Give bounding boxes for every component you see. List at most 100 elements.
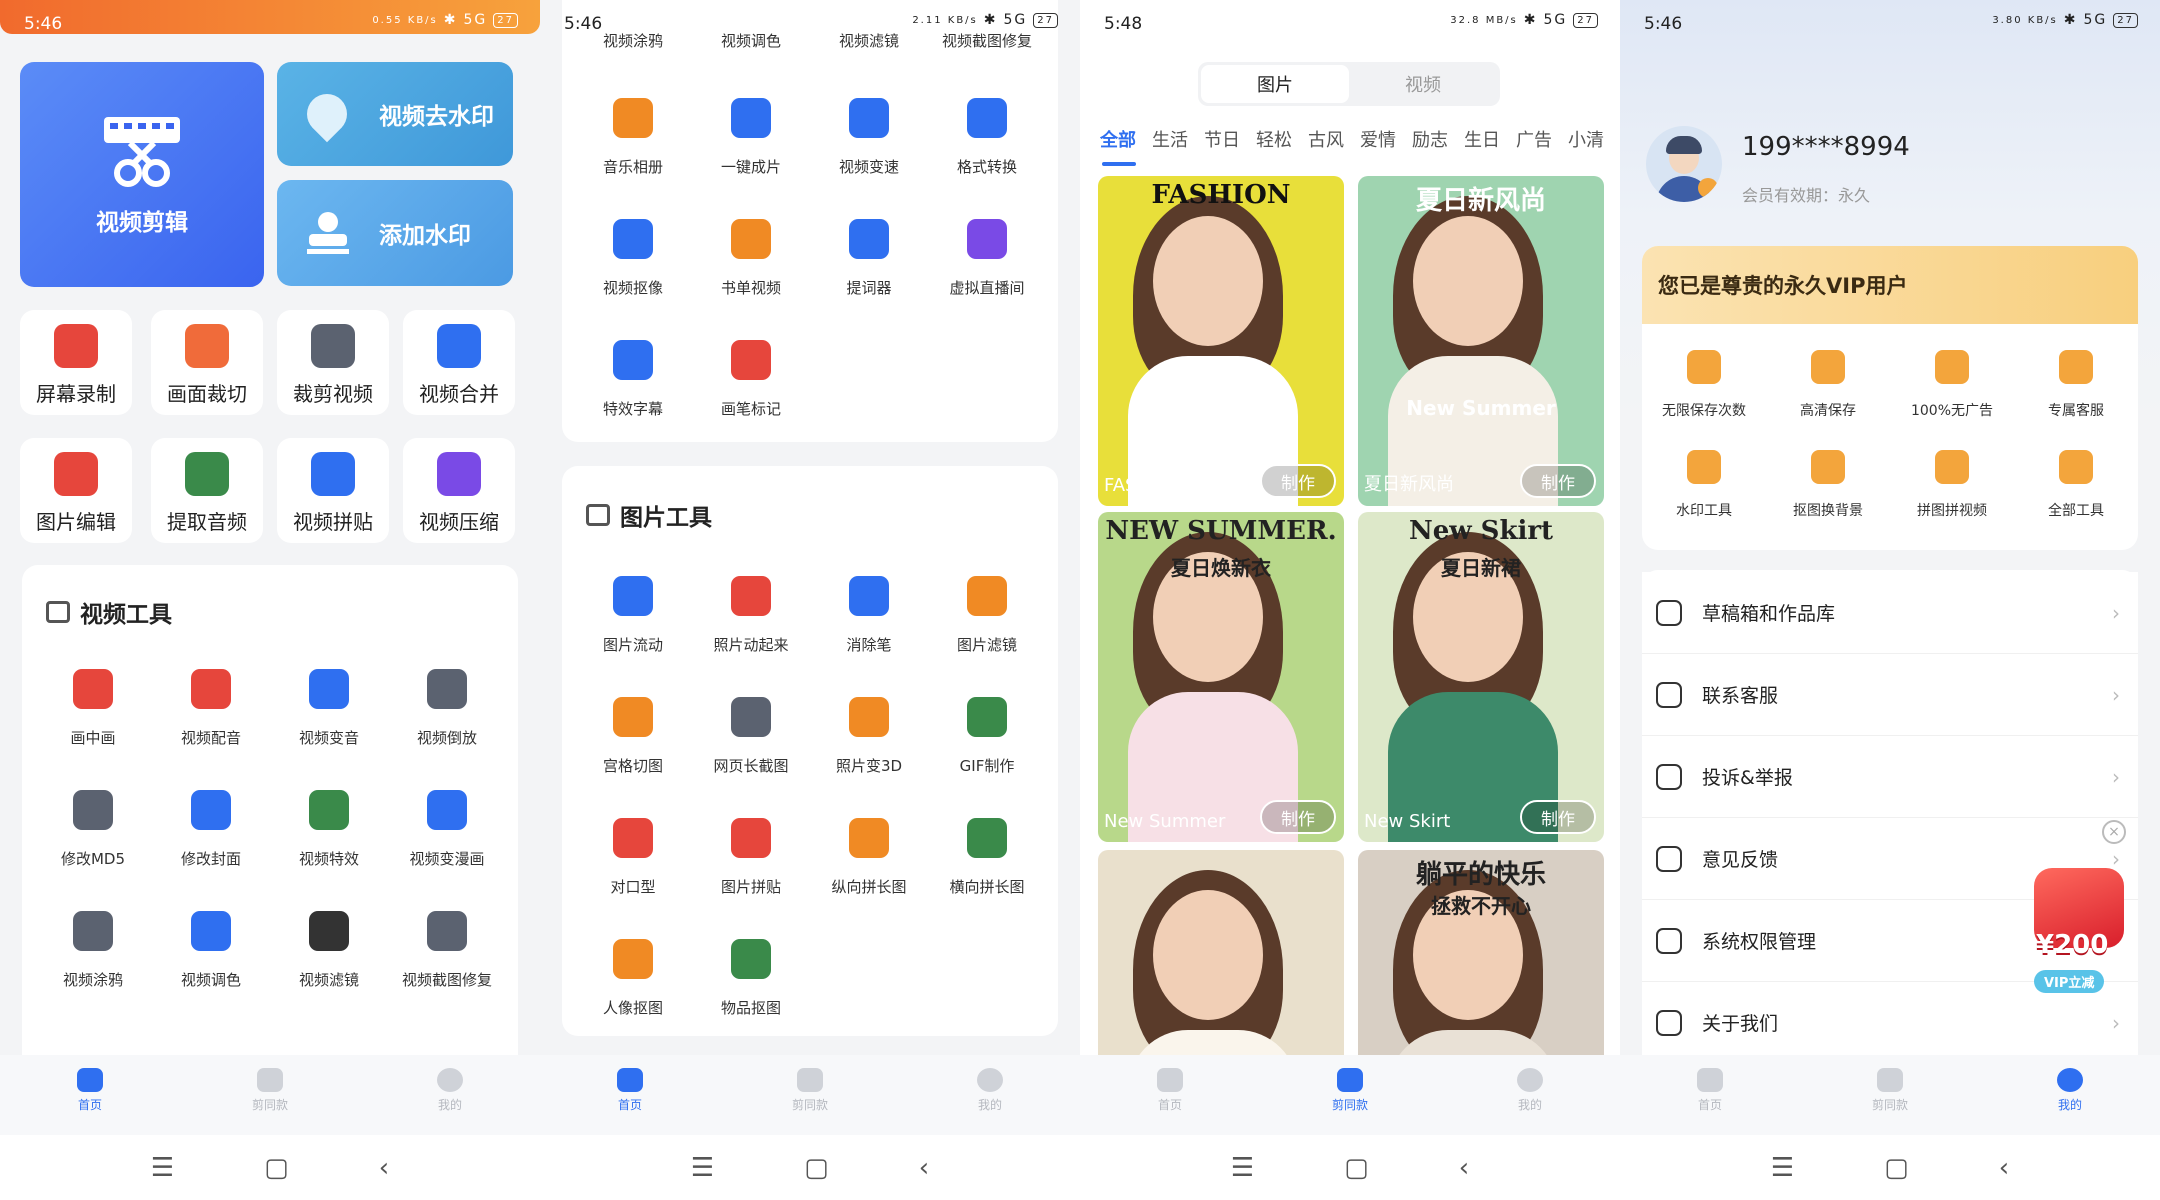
tool-item[interactable]: 画中画 [34, 657, 152, 778]
vip-benefit[interactable]: 全部工具 [2014, 450, 2138, 550]
quick-tool[interactable]: 视频拼贴 [277, 438, 389, 543]
template-card[interactable]: NEW SUMMER. 夏日焕新衣 New Summer 制作 [1098, 512, 1344, 842]
tool-item[interactable]: 格式转换 [928, 86, 1046, 207]
menu-item[interactable]: 联系客服 › [1642, 654, 2138, 736]
tool-item[interactable]: 横向拼长图 [928, 806, 1046, 927]
vip-benefit[interactable]: 水印工具 [1642, 450, 1766, 550]
category-tab[interactable]: 全部 [1100, 126, 1136, 166]
vip-benefit[interactable]: 拼图拼视频 [1890, 450, 2014, 550]
category-tab[interactable]: 爱情 [1360, 126, 1396, 166]
tool-item[interactable]: 虚拟直播间 [928, 207, 1046, 328]
tool-item[interactable]: 照片变3D [810, 685, 928, 806]
home-nav-icon[interactable]: ▢ [1344, 1153, 1369, 1183]
tab-mine[interactable]: 我的 [1980, 1055, 2160, 1135]
tool-item[interactable]: 照片动起来 [692, 564, 810, 685]
tool-item[interactable]: 画笔标记 [692, 328, 810, 449]
watermark-remove-button[interactable]: 视频去水印 [277, 62, 513, 166]
quick-tool[interactable]: 图片编辑 [20, 438, 132, 543]
promo-close-icon[interactable]: × [2102, 820, 2126, 844]
menu-nav-icon[interactable]: ☰ [1231, 1153, 1254, 1183]
tool-item[interactable]: 纵向拼长图 [810, 806, 928, 927]
vip-benefit[interactable]: 100%无广告 [1890, 350, 2014, 450]
home-nav-icon[interactable]: ▢ [1884, 1153, 1909, 1183]
menu-item[interactable]: 草稿箱和作品库 › [1642, 572, 2138, 654]
vip-benefit[interactable]: 高清保存 [1766, 350, 1890, 450]
menu-nav-icon[interactable]: ☰ [1771, 1153, 1794, 1183]
make-button[interactable]: 制作 [1260, 464, 1336, 498]
vip-promo-badge[interactable]: ¥200 VIP立减 [2022, 868, 2144, 998]
tool-item[interactable]: 物品抠图 [692, 927, 810, 1048]
tab-home[interactable]: 首页 [1080, 1055, 1260, 1135]
category-tab[interactable]: 励志 [1412, 126, 1448, 166]
category-tab[interactable]: 节日 [1204, 126, 1240, 166]
home-nav-icon[interactable]: ▢ [804, 1153, 829, 1183]
template-card[interactable]: FASHION FASHION 制作 [1098, 176, 1344, 506]
tool-item[interactable]: GIF制作 [928, 685, 1046, 806]
quick-tool[interactable]: 视频合并 [403, 310, 515, 415]
template-card[interactable]: 夏日新风尚 New Summer 夏日新风尚 制作 [1358, 176, 1604, 506]
tab-template[interactable]: 剪同款 [1800, 1055, 1980, 1135]
tab-template[interactable]: 剪同款 [180, 1055, 360, 1135]
tool-item[interactable]: 修改封面 [152, 778, 270, 899]
avatar[interactable] [1646, 126, 1722, 202]
tool-item[interactable]: 音乐相册 [574, 86, 692, 207]
tab-home[interactable]: 首页 [540, 1055, 720, 1135]
tool-item[interactable]: 网页长截图 [692, 685, 810, 806]
tool-item[interactable]: 视频抠像 [574, 207, 692, 328]
make-button[interactable]: 制作 [1520, 800, 1596, 834]
tool-item[interactable]: 提词器 [810, 207, 928, 328]
tool-item[interactable]: 人像抠图 [574, 927, 692, 1048]
tool-item[interactable]: 视频倒放 [388, 657, 506, 778]
tool-item[interactable]: 图片拼贴 [692, 806, 810, 927]
tool-item[interactable]: 对口型 [574, 806, 692, 927]
category-tab[interactable]: 广告 [1516, 126, 1552, 166]
tab-template[interactable]: 剪同款 [1260, 1055, 1440, 1135]
tool-item[interactable]: 修改MD5 [34, 778, 152, 899]
back-nav-icon[interactable]: ‹ [919, 1153, 929, 1183]
back-nav-icon[interactable]: ‹ [379, 1153, 389, 1183]
tool-item[interactable]: 视频调色 [152, 899, 270, 1020]
back-nav-icon[interactable]: ‹ [1999, 1153, 2009, 1183]
segment-video[interactable]: 视频 [1349, 65, 1497, 103]
menu-nav-icon[interactable]: ☰ [151, 1153, 174, 1183]
back-nav-icon[interactable]: ‹ [1459, 1153, 1469, 1183]
tool-item[interactable]: 书单视频 [692, 207, 810, 328]
category-tab[interactable]: 古风 [1308, 126, 1344, 166]
category-tab[interactable]: 小清 [1568, 126, 1604, 166]
tool-item[interactable]: 宫格切图 [574, 685, 692, 806]
menu-item[interactable]: 投诉&举报 › [1642, 736, 2138, 818]
tool-item[interactable]: 视频变速 [810, 86, 928, 207]
vip-benefit[interactable]: 抠图换背景 [1766, 450, 1890, 550]
segment-image[interactable]: 图片 [1201, 65, 1349, 103]
quick-tool[interactable]: 视频压缩 [403, 438, 515, 543]
quick-tool[interactable]: 画面裁切 [151, 310, 263, 415]
tool-item[interactable]: 视频变漫画 [388, 778, 506, 899]
tool-item[interactable]: 视频配音 [152, 657, 270, 778]
category-tab[interactable]: 轻松 [1256, 126, 1292, 166]
watermark-add-button[interactable]: 添加水印 [277, 180, 513, 286]
home-nav-icon[interactable]: ▢ [264, 1153, 289, 1183]
tool-item[interactable]: 特效字幕 [574, 328, 692, 449]
make-button[interactable]: 制作 [1260, 800, 1336, 834]
tool-item[interactable]: 视频截图修复 [388, 899, 506, 1020]
menu-nav-icon[interactable]: ☰ [691, 1153, 714, 1183]
quick-tool[interactable]: 提取音频 [151, 438, 263, 543]
tool-item[interactable]: 消除笔 [810, 564, 928, 685]
tool-item[interactable]: 视频涂鸦 [34, 899, 152, 1020]
vip-benefit[interactable]: 专属客服 [2014, 350, 2138, 450]
tab-template[interactable]: 剪同款 [720, 1055, 900, 1135]
tool-item[interactable]: 视频滤镜 [270, 899, 388, 1020]
tool-item[interactable]: 图片流动 [574, 564, 692, 685]
quick-tool[interactable]: 屏幕录制 [20, 310, 132, 415]
template-card[interactable]: New Skirt 夏日新裙 New Skirt 制作 [1358, 512, 1604, 842]
tab-mine[interactable]: 我的 [900, 1055, 1080, 1135]
tool-item[interactable]: 图片滤镜 [928, 564, 1046, 685]
tab-home[interactable]: 首页 [0, 1055, 180, 1135]
category-tab[interactable]: 生日 [1464, 126, 1500, 166]
tab-mine[interactable]: 我的 [360, 1055, 540, 1135]
quick-tool[interactable]: 裁剪视频 [277, 310, 389, 415]
tool-item[interactable]: 一键成片 [692, 86, 810, 207]
tab-mine[interactable]: 我的 [1440, 1055, 1620, 1135]
make-button[interactable]: 制作 [1520, 464, 1596, 498]
vip-benefit[interactable]: 无限保存次数 [1642, 350, 1766, 450]
